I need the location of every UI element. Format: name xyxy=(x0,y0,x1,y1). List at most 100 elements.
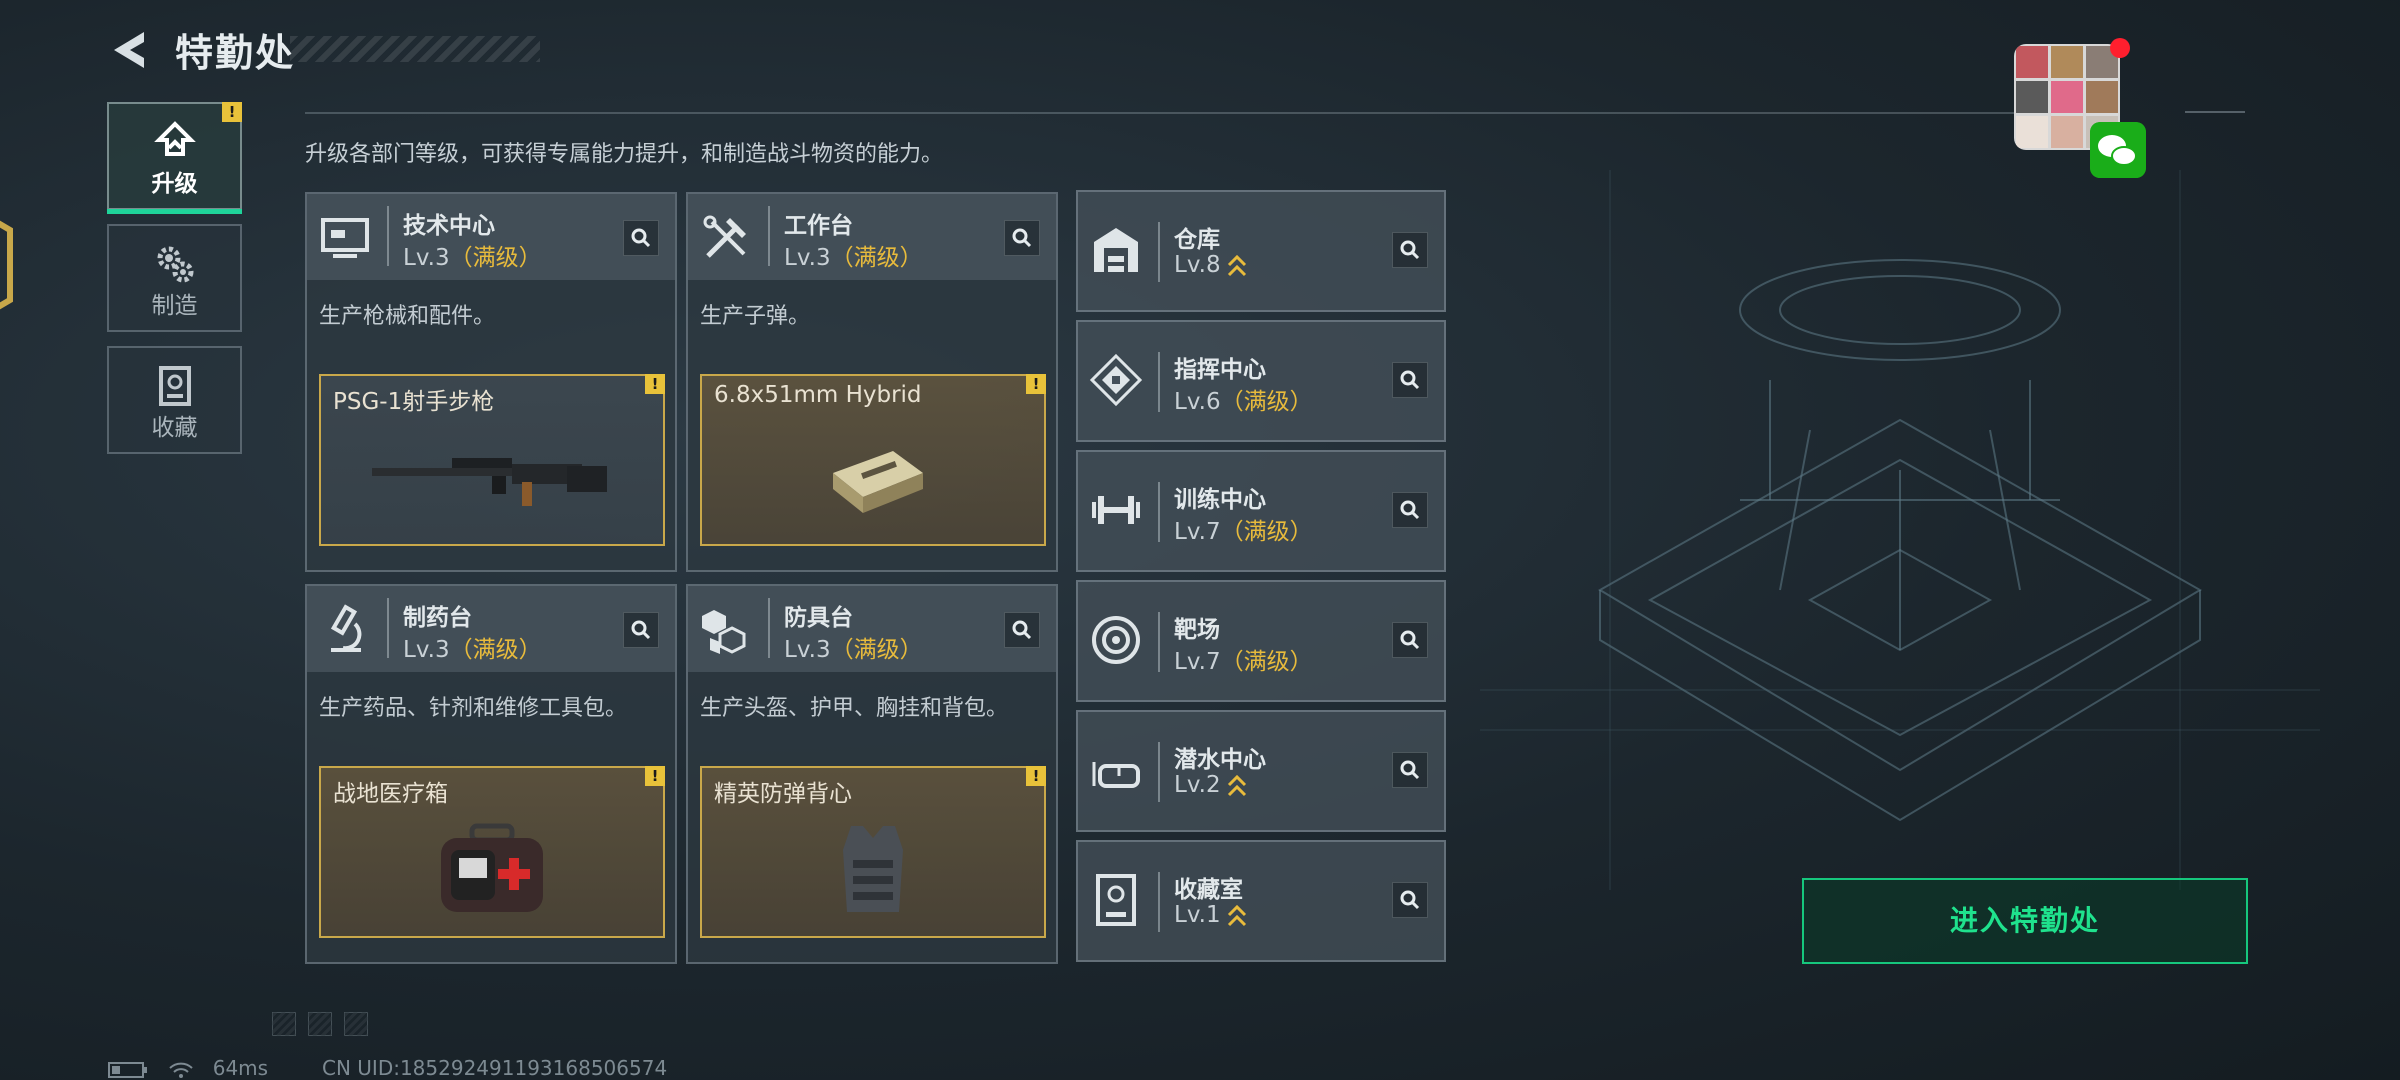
alert-icon: ! xyxy=(1026,766,1046,786)
search-icon[interactable] xyxy=(1004,220,1040,256)
wechat-icon[interactable] xyxy=(2090,122,2146,178)
upgrade-chevron-icon xyxy=(1227,904,1246,926)
command-icon xyxy=(1089,353,1143,407)
card-level: Lv.3（满级） xyxy=(784,637,923,663)
product-slot[interactable]: 战地医疗箱 ! xyxy=(319,766,665,938)
product-slot[interactable]: 6.8x51mm Hybrid ! xyxy=(700,374,1046,546)
card-armor-bench[interactable]: 防具台 Lv.3（满级） 生产头盔、护甲、胸挂和背包。 精英防弹背心 ! xyxy=(686,584,1058,964)
card-title: 仓库 xyxy=(1174,227,1220,253)
decoration xyxy=(308,1012,332,1036)
card-collection-room[interactable]: 收藏室 Lv.1 xyxy=(1076,840,1446,962)
search-icon[interactable] xyxy=(1392,622,1428,658)
card-pharmacy[interactable]: 制药台 Lv.3（满级） 生产药品、针剂和维修工具包。 战地医疗箱 ! xyxy=(305,584,677,964)
alert-icon: ! xyxy=(222,102,242,122)
user-uid: CN UID:18529249119316850657​4 xyxy=(322,1056,668,1080)
card-title: 制药台 xyxy=(403,605,472,631)
card-level: Lv.7（满级） xyxy=(1174,519,1313,545)
avatar xyxy=(2051,81,2083,113)
max-level-tag: （满级） xyxy=(830,637,923,663)
max-level-tag: （满级） xyxy=(1220,389,1313,415)
card-level: Lv.7（满级） xyxy=(1174,649,1313,675)
card-title: 训练中心 xyxy=(1174,487,1266,513)
medkit-icon xyxy=(441,823,543,912)
tab-craft[interactable]: 制造 xyxy=(107,224,242,332)
avatar xyxy=(2086,81,2118,113)
max-level-tag: （满级） xyxy=(830,245,923,271)
search-icon[interactable] xyxy=(1392,752,1428,788)
gears-icon xyxy=(157,246,193,283)
side-hex-decoration xyxy=(0,220,13,310)
card-title: 防具台 xyxy=(784,605,853,631)
collection-icon xyxy=(158,366,191,406)
card-level: Lv.2 xyxy=(1174,772,1247,799)
ping-value: 64ms xyxy=(212,1056,269,1080)
card-title: 靶场 xyxy=(1174,617,1220,643)
dumbbell-icon xyxy=(1092,496,1140,524)
microscope-icon xyxy=(330,604,362,652)
card-title: 工作台 xyxy=(784,213,853,239)
tab-label: 升级 xyxy=(151,171,198,197)
card-level: Lv.6（满级） xyxy=(1174,389,1313,415)
divider xyxy=(1158,352,1160,412)
card-level: Lv.3（满级） xyxy=(403,245,542,271)
monitor-icon xyxy=(321,218,369,258)
card-shooting-range[interactable]: 靶场 Lv.7（满级） xyxy=(1076,580,1446,702)
search-icon[interactable] xyxy=(1392,492,1428,528)
search-icon[interactable] xyxy=(623,612,659,648)
decoration xyxy=(344,1012,368,1036)
wifi-icon xyxy=(169,1062,194,1078)
rifle-icon xyxy=(372,458,607,506)
product-name: 6.8x51mm Hybrid xyxy=(714,382,922,408)
card-command-center[interactable]: 指挥中心 Lv.6（满级） xyxy=(1076,320,1446,442)
tab-upgrade[interactable]: 升级 ! xyxy=(107,102,242,214)
page-description: 升级各部门等级，可获得专属能力提升，和制造战斗物资的能力。 xyxy=(305,142,944,167)
tab-label: 制造 xyxy=(151,293,198,319)
status-bar: 64ms xyxy=(108,1056,268,1080)
search-icon[interactable] xyxy=(1004,612,1040,648)
armor-cubes-icon xyxy=(702,610,746,654)
divider xyxy=(768,206,770,266)
tab-collection[interactable]: 收藏 xyxy=(107,346,242,454)
vest-icon xyxy=(843,826,903,912)
divider xyxy=(387,206,389,266)
card-diving-center[interactable]: 潜水中心 Lv.2 xyxy=(1076,710,1446,832)
card-training-center[interactable]: 训练中心 Lv.7（满级） xyxy=(1076,450,1446,572)
avatar xyxy=(2051,116,2083,148)
display-case-icon xyxy=(1096,874,1136,926)
product-slot[interactable]: 精英防弹背心 ! xyxy=(700,766,1046,938)
divider xyxy=(1158,222,1160,282)
product-name: 战地医疗箱 xyxy=(333,781,448,807)
upgrade-icon xyxy=(153,121,196,156)
search-icon[interactable] xyxy=(1392,232,1428,268)
diving-mask-icon xyxy=(1092,762,1140,788)
card-title: 潜水中心 xyxy=(1174,747,1266,773)
card-level: Lv.8 xyxy=(1174,252,1247,279)
notification-dot xyxy=(2110,38,2130,58)
product-name: 精英防弹背心 xyxy=(714,781,852,807)
divider xyxy=(2185,111,2245,113)
battery-icon xyxy=(108,1061,147,1078)
card-level: Lv.3（满级） xyxy=(784,245,923,271)
search-icon[interactable] xyxy=(623,220,659,256)
divider xyxy=(387,598,389,658)
product-name: PSG-1射手步枪 xyxy=(333,389,495,415)
product-slot[interactable]: PSG-1射手步枪 ! xyxy=(319,374,665,546)
upgrade-chevron-icon xyxy=(1227,774,1246,796)
target-icon xyxy=(1092,616,1140,664)
search-icon[interactable] xyxy=(1392,362,1428,398)
enter-special-ops-button[interactable]: 进入特勤处 xyxy=(1802,878,2248,964)
search-icon[interactable] xyxy=(1392,882,1428,918)
card-title: 收藏室 xyxy=(1174,877,1243,903)
avatar xyxy=(2016,46,2048,78)
tab-label: 收藏 xyxy=(151,415,198,441)
title-decoration xyxy=(290,36,540,62)
card-warehouse[interactable]: 仓库 Lv.8 xyxy=(1076,190,1446,312)
base-wireframe-illustration xyxy=(1480,170,2320,890)
card-title: 技术中心 xyxy=(403,213,495,239)
card-tech-center[interactable]: 技术中心 Lv.3（满级） 生产枪械和配件。 PSG-1射手步枪 ! xyxy=(305,192,677,572)
card-description: 生产枪械和配件。 xyxy=(319,304,496,329)
max-level-tag: （满级） xyxy=(449,245,542,271)
avatar xyxy=(2016,116,2048,148)
back-arrow-icon[interactable] xyxy=(108,28,148,72)
card-workbench[interactable]: 工作台 Lv.3（满级） 生产子弹。 6.8x51mm Hybrid ! xyxy=(686,192,1058,572)
